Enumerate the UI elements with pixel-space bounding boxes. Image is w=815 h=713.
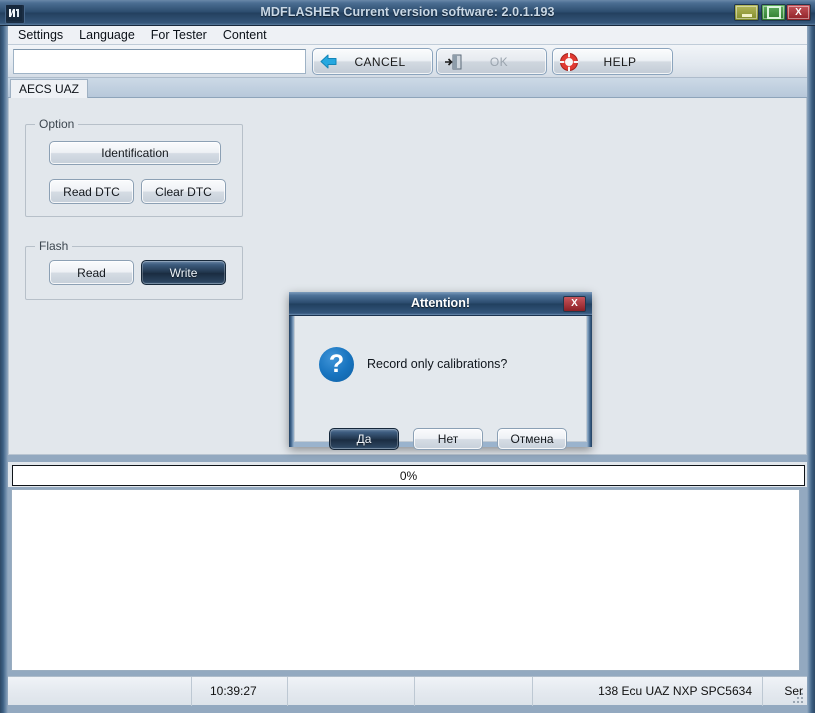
identification-button[interactable]: Identification xyxy=(49,141,221,165)
log-output[interactable] xyxy=(11,489,800,671)
attention-dialog: Attention! X ? Record only calibrations?… xyxy=(289,292,592,450)
minimize-button[interactable] xyxy=(734,4,759,21)
group-option: Option Identification Read DTC Clear DTC xyxy=(25,117,243,217)
help-button-label: HELP xyxy=(603,54,637,69)
status-cell-2 xyxy=(288,676,415,706)
progress-bar-container: 0% xyxy=(8,462,807,487)
menu-item-for-tester[interactable]: For Tester xyxy=(147,26,215,44)
help-button[interactable]: HELP xyxy=(552,48,673,75)
status-bar: 10:39:27 138 Ecu UAZ NXP SPC5634 Ser xyxy=(8,676,807,706)
dialog-title-bar: Attention! X xyxy=(289,292,592,316)
maximize-button[interactable] xyxy=(761,4,786,21)
window-title: MDFLASHER Current version software: 2.0.… xyxy=(260,5,555,19)
read-dtc-button[interactable]: Read DTC xyxy=(49,179,134,204)
write-button[interactable]: Write xyxy=(141,260,226,285)
dialog-body: ? Record only calibrations? Да Нет Отмен… xyxy=(294,316,587,450)
menu-bar: Settings Language For Tester Content xyxy=(8,26,807,45)
question-icon: ? xyxy=(319,347,354,382)
status-cell-3 xyxy=(415,676,533,706)
dialog-message: Record only calibrations? xyxy=(367,357,508,371)
progress-label: 0% xyxy=(399,468,418,483)
tab-aecs-uaz[interactable]: AECS UAZ xyxy=(10,79,89,98)
toolbar: CANCEL OK HELP xyxy=(8,45,807,78)
lifebuoy-icon xyxy=(556,50,582,74)
cancel-button-label: CANCEL xyxy=(354,54,406,69)
clear-dtc-button[interactable]: Clear DTC xyxy=(141,179,226,204)
ok-button-label: OK xyxy=(489,54,509,69)
application-window: MDFLASHER Current version software: 2.0.… xyxy=(0,0,815,713)
cancel-button[interactable]: CANCEL xyxy=(312,48,433,75)
progress-bar: 0% xyxy=(12,465,805,486)
dialog-yes-button[interactable]: Да xyxy=(329,428,399,450)
dialog-close-icon[interactable]: X xyxy=(563,296,586,312)
path-input[interactable] xyxy=(13,49,306,74)
menu-item-content[interactable]: Content xyxy=(219,26,275,44)
dialog-no-button[interactable]: Нет xyxy=(413,428,483,450)
status-cell-time: 10:39:27 xyxy=(192,676,288,706)
close-button[interactable]: X xyxy=(786,4,811,21)
ok-button[interactable]: OK xyxy=(436,48,547,75)
resize-grip[interactable] xyxy=(793,691,805,703)
dialog-title: Attention! xyxy=(410,296,470,310)
status-cell-0 xyxy=(8,676,192,706)
minimize-icon xyxy=(736,6,757,19)
group-flash: Flash Read Write xyxy=(25,239,243,300)
menu-item-language[interactable]: Language xyxy=(75,26,143,44)
exit-door-icon xyxy=(440,50,466,74)
tab-strip: AECS UAZ xyxy=(8,78,807,98)
group-option-title: Option xyxy=(35,117,79,131)
back-arrow-icon xyxy=(316,50,342,74)
dialog-cancel-button[interactable]: Отмена xyxy=(497,428,567,450)
read-button[interactable]: Read xyxy=(49,260,134,285)
title-bar: MDFLASHER Current version software: 2.0.… xyxy=(0,0,815,26)
close-icon: X xyxy=(788,6,809,19)
maximize-icon xyxy=(763,6,784,19)
menu-item-settings[interactable]: Settings xyxy=(14,26,71,44)
status-cell-ecu: 138 Ecu UAZ NXP SPC5634 xyxy=(533,676,763,706)
group-flash-title: Flash xyxy=(35,239,73,253)
